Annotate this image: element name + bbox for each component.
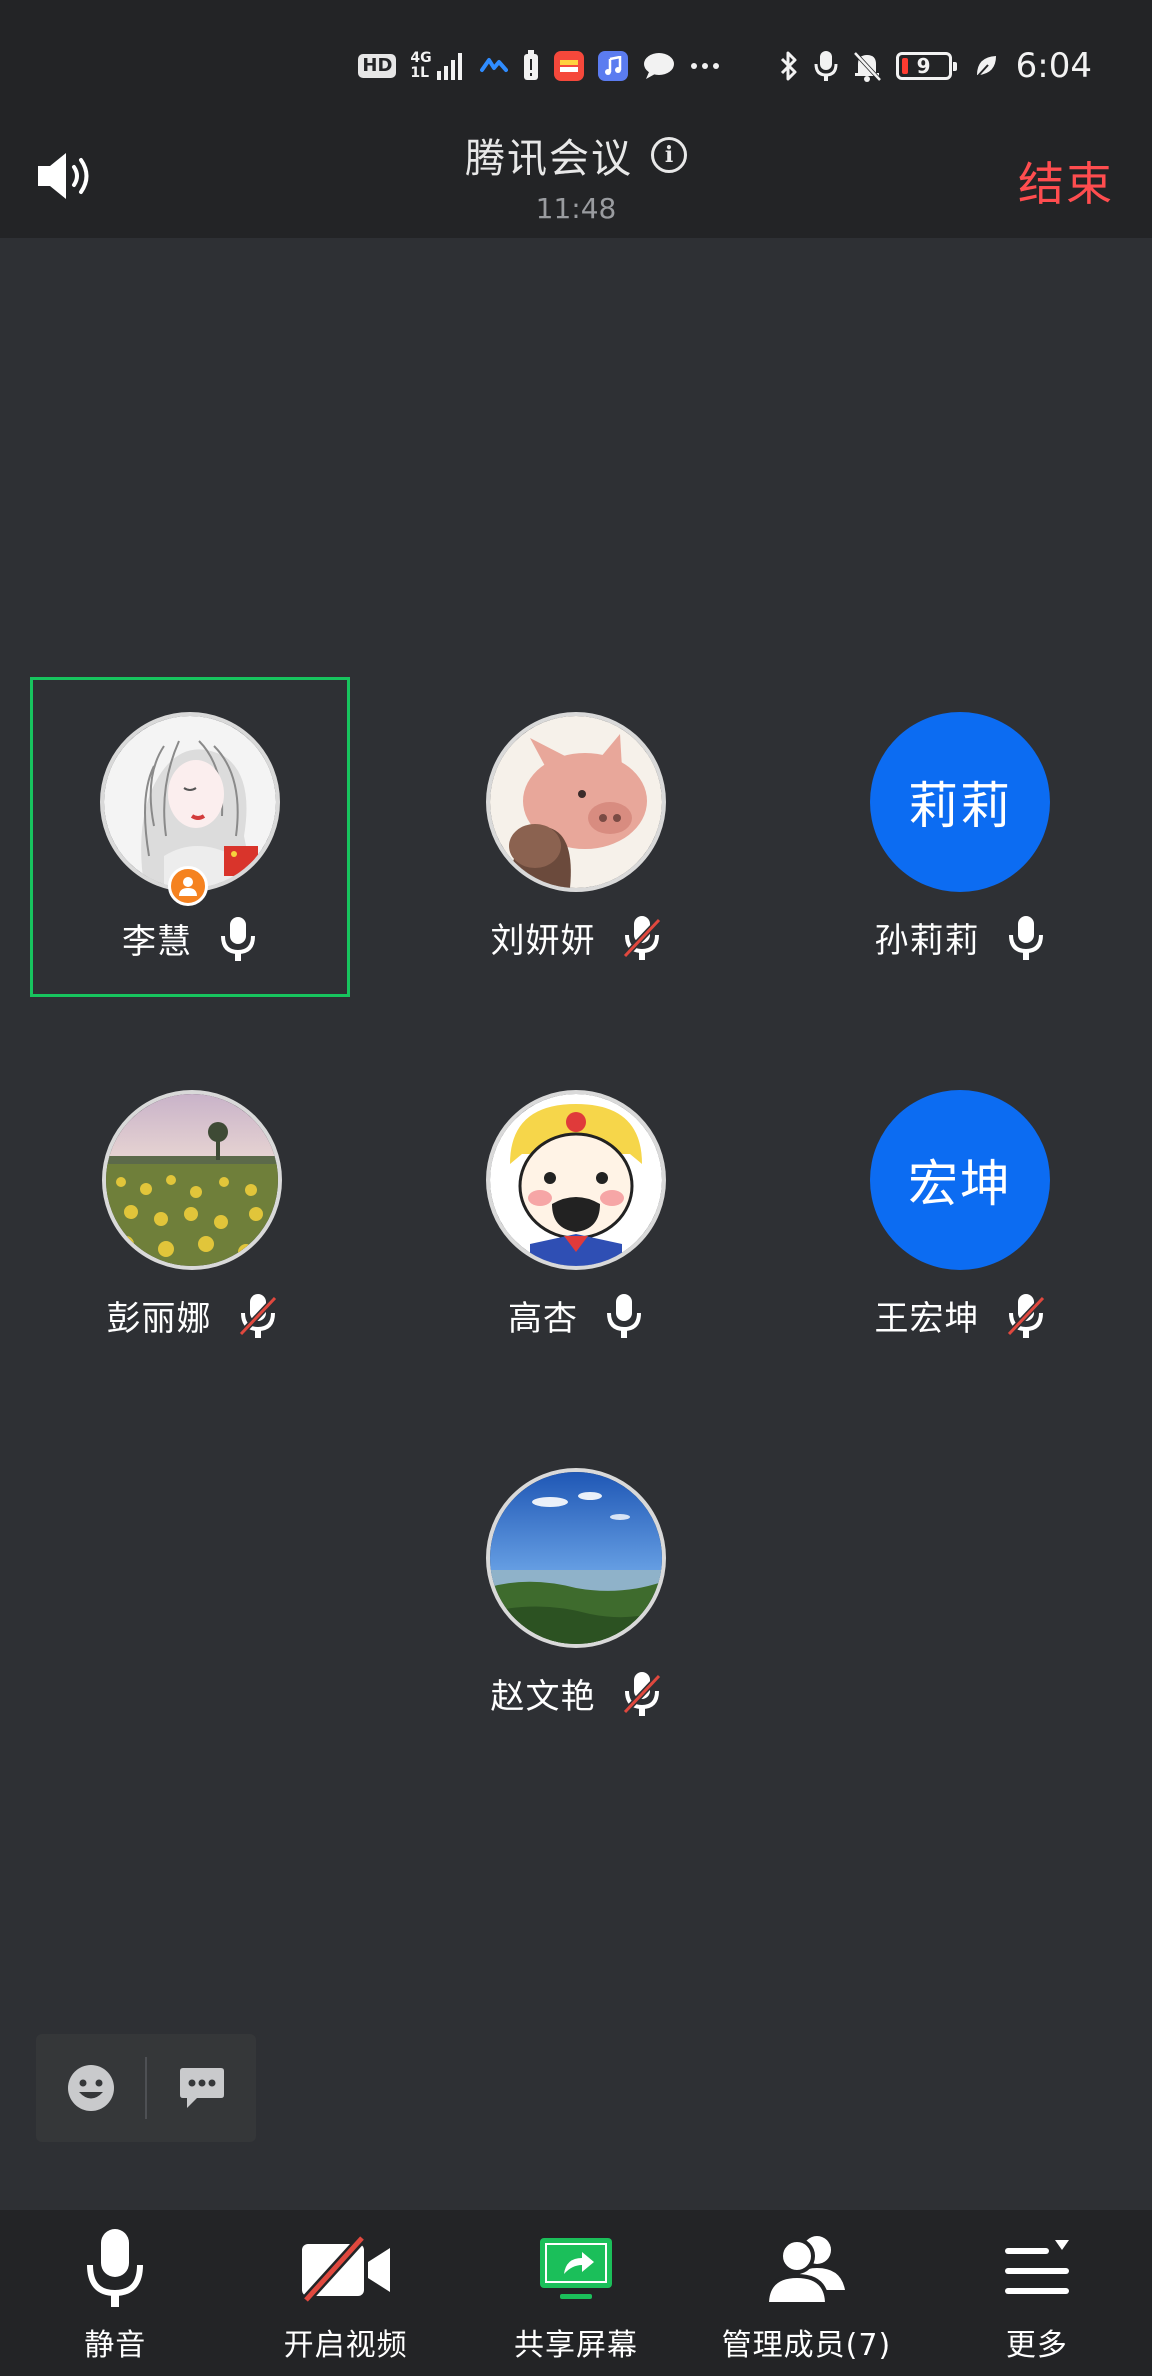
avatar [486, 1090, 666, 1270]
avatar: 宏坤 [870, 1090, 1050, 1270]
sky-landscape-avatar [490, 1472, 662, 1644]
tool-label: 更多 [1005, 2328, 1068, 2363]
tool-label: 管理成员(7) [721, 2328, 892, 2363]
bluetooth-icon [778, 50, 800, 82]
video-off-icon [299, 2234, 390, 2304]
share-screen-icon [540, 2238, 613, 2299]
host-icon [179, 877, 197, 896]
app-icon [553, 51, 584, 81]
host-badge [168, 866, 208, 906]
meeting-timer: 11:48 [535, 192, 617, 225]
status-time: 6:04 [1015, 46, 1092, 86]
more-button[interactable]: 更多 [922, 2210, 1152, 2376]
tool-label: 静音 [84, 2328, 147, 2363]
avatar [486, 712, 666, 892]
microphone-muted-icon [1005, 1293, 1046, 1339]
more-icon [690, 62, 720, 70]
participant-tile-zhaowenyan[interactable]: 赵文艳 [416, 1433, 736, 1753]
chat-icon [642, 51, 676, 81]
reaction-box [36, 2034, 256, 2142]
participant-name: 彭丽娜 [106, 1299, 212, 1339]
emoji-icon [67, 2065, 114, 2111]
title-area: 腾讯会议 i 11:48 [0, 126, 1152, 225]
battery-icon: 9 [895, 52, 957, 80]
manage-members-button[interactable]: 管理成员(7) [691, 2210, 921, 2376]
mute-bell-icon [852, 50, 882, 82]
signal-icon: 4G 1L [410, 51, 465, 81]
participant-name: 赵文艳 [490, 1677, 596, 1717]
participant-name: 刘妍妍 [490, 921, 596, 961]
participant-tile-wanghongkun[interactable]: 宏坤 王宏坤 [800, 1055, 1120, 1375]
cartoon-sailor-avatar [490, 1094, 662, 1266]
video-button[interactable]: 开启视频 [230, 2210, 460, 2376]
participant-tile-liuyanyan[interactable]: 刘妍妍 [416, 677, 736, 997]
status-icons: HD 4G 1L 9 6:04 [358, 46, 1092, 86]
sketch-portrait-avatar [104, 716, 276, 888]
status-bar: HD 4G 1L 9 6:04 [0, 0, 1152, 120]
microphone-on-icon [604, 1293, 644, 1339]
emoji-button[interactable] [36, 2034, 145, 2142]
share-screen-button[interactable]: 共享屏幕 [461, 2210, 691, 2376]
avatar [100, 712, 280, 892]
info-icon[interactable]: i [651, 137, 687, 173]
avatar [486, 1468, 666, 1648]
pig-avatar [490, 716, 662, 888]
microphone-on-icon [218, 916, 258, 962]
meeting-title: 腾讯会议 [465, 136, 633, 182]
meeting-header: 腾讯会议 i 11:48 结束 [0, 120, 1152, 238]
participant-tile-penglina[interactable]: 彭丽娜 [32, 1055, 352, 1375]
end-meeting-button[interactable]: 结束 [1018, 148, 1114, 214]
sunflower-field-avatar [106, 1094, 278, 1266]
avatar [102, 1090, 282, 1270]
music-icon [597, 51, 628, 81]
tool-label: 开启视频 [283, 2328, 408, 2363]
microphone-on-icon [1006, 915, 1046, 961]
mic-icon [814, 50, 838, 82]
more-menu-icon [1004, 2240, 1069, 2294]
microphone-icon [87, 2229, 144, 2307]
members-icon [765, 2236, 846, 2306]
battery-alert-icon [522, 50, 540, 82]
microphone-muted-icon [621, 915, 662, 961]
microphone-muted-icon [237, 1293, 278, 1339]
chat-button[interactable] [147, 2034, 256, 2142]
participant-name: 高杏 [508, 1299, 578, 1339]
leaf-icon [974, 53, 998, 79]
network-sub-label: 1L [410, 65, 430, 81]
participant-tile-sunlili[interactable]: 莉莉 孙莉莉 [800, 677, 1120, 997]
chat-bubble-icon [179, 2068, 224, 2108]
network-type-label: 4G [410, 50, 432, 66]
hd-icon: HD [358, 54, 397, 78]
participant-name: 李慧 [122, 922, 192, 962]
mute-button[interactable]: 静音 [0, 2210, 230, 2376]
participant-name: 孙莉莉 [874, 921, 980, 961]
participant-tile-gaoxing[interactable]: 高杏 [416, 1055, 736, 1375]
participant-name: 王宏坤 [874, 1299, 980, 1339]
microphone-muted-icon [621, 1671, 662, 1717]
participant-tile-lihui[interactable]: 李慧 [30, 677, 350, 997]
bottom-toolbar: 静音 开启视频 共享屏幕 管理成员(7) 更多 [0, 2210, 1152, 2376]
tool-label: 共享屏幕 [514, 2328, 639, 2363]
app-icon [479, 56, 508, 76]
avatar: 莉莉 [870, 712, 1050, 892]
